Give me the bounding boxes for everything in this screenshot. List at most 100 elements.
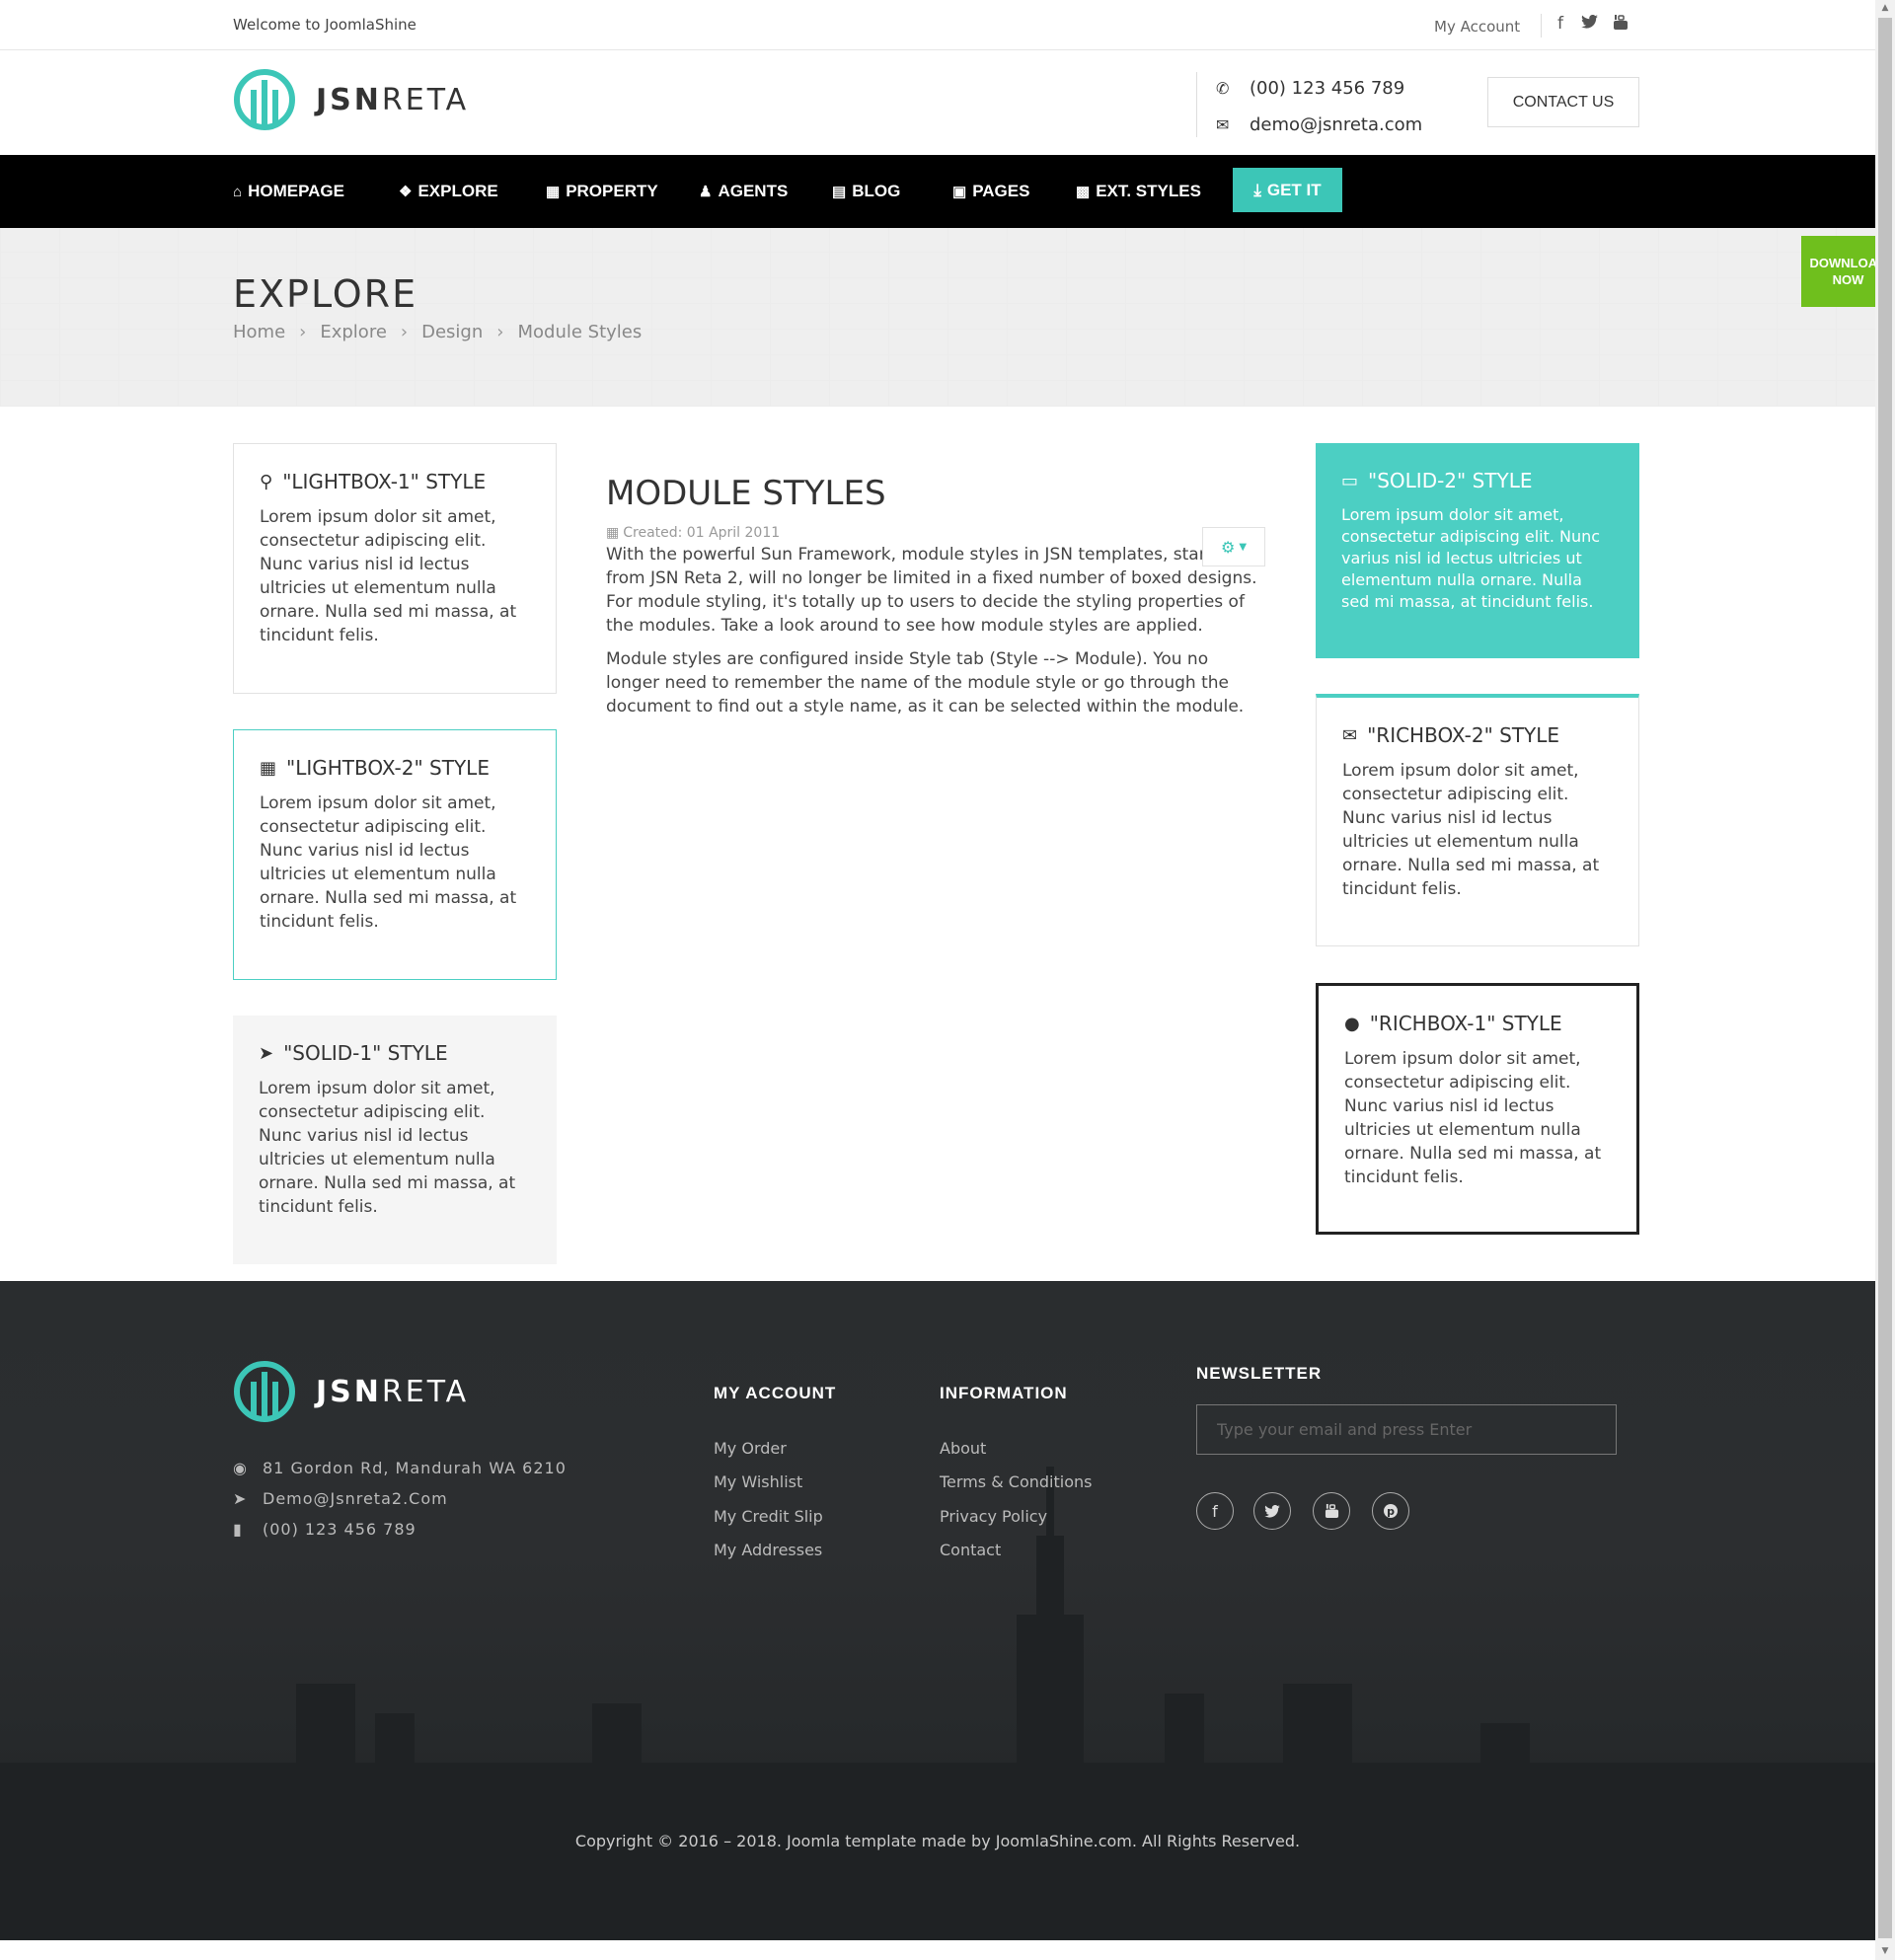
breadcrumb-home[interactable]: Home (233, 322, 285, 342)
twitter-icon[interactable] (1253, 1492, 1291, 1530)
header-phone: ✆ (00) 123 456 789 (1216, 78, 1404, 99)
nav-label: HOMEPAGE (248, 182, 344, 200)
contact-us-button[interactable]: CONTACT US (1487, 77, 1639, 127)
footer-link-contact[interactable]: Contact (940, 1541, 1001, 1559)
footer-link-privacy[interactable]: Privacy Policy (940, 1507, 1047, 1526)
page-title: EXPLORE (233, 272, 418, 316)
building-icon: ▦ (546, 184, 561, 200)
logo-mark-icon (234, 1361, 295, 1422)
nav-item-homepage[interactable]: ⌂ HOMEPAGE (233, 155, 344, 228)
email-text: demo@jsnreta.com (1250, 114, 1423, 135)
top-bar: Welcome to JoomlaShine My Account f (0, 0, 1875, 50)
module-title: ▭ "SOLID-2" STYLE (1341, 469, 1533, 492)
cubes-icon: ❖ (399, 184, 413, 200)
footer-link-my-order[interactable]: My Order (714, 1439, 787, 1458)
footer-link-my-wishlist[interactable]: My Wishlist (714, 1472, 802, 1491)
module-text: Lorem ipsum dolor sit amet, consectetur … (1344, 1049, 1602, 1187)
module-text: Lorem ipsum dolor sit amet, consectetur … (260, 507, 517, 645)
footer-phone: ▮ (00) 123 456 789 (233, 1520, 417, 1539)
breadcrumb-design[interactable]: Design (421, 322, 483, 342)
search-icon: ⚲ (260, 471, 273, 492)
nav-item-blog[interactable]: ▤ BLOG (832, 155, 900, 228)
module-text: Lorem ipsum dolor sit amet, consectetur … (260, 793, 517, 932)
main-nav: ⌂ HOMEPAGE ❖ EXPLORE ▦ PROPERTY ♟ AGENTS ▤ BL… (0, 155, 1875, 228)
nav-item-agents[interactable]: ♟ AGENTS (699, 155, 788, 228)
footer-logo[interactable]: JSNRETA (233, 1360, 469, 1423)
footer-link-terms[interactable]: Terms & Conditions (940, 1472, 1092, 1491)
header-email: ✉ demo@jsnreta.com (1216, 114, 1422, 135)
file-icon: ▣ (952, 184, 967, 200)
article-paragraph: With the powerful Sun Framework, module … (606, 545, 1257, 636)
site-footer: JSNRETA ◉ 81 Gordon Rd, Mandurah WA 6210 … (0, 1281, 1875, 1940)
logo-mark-icon (234, 69, 295, 130)
scroll-down-arrow-icon[interactable]: ▼ (1875, 1943, 1895, 1960)
my-account-heading: MY ACCOUNT (714, 1384, 837, 1402)
footer-address: ◉ 81 Gordon Rd, Mandurah WA 6210 (233, 1459, 567, 1477)
nav-item-property[interactable]: ▦ PROPERTY (546, 155, 658, 228)
article-tools-button[interactable]: ⚙ ▼ (1202, 527, 1265, 566)
page-scrollbar[interactable]: ▲ ▼ (1875, 0, 1895, 1960)
nav-label: PAGES (972, 182, 1030, 200)
solid-2-module: ▭ "SOLID-2" STYLE Lorem ipsum dolor sit a… (1316, 443, 1639, 658)
breadcrumb-current: Module Styles (517, 322, 643, 342)
map-marker-icon: ◉ (233, 1459, 248, 1477)
phone-icon: ✆ (1216, 79, 1230, 98)
envelope-icon: ✉ (1216, 115, 1230, 134)
module-title: ⚲ "LIGHTBOX-1" STYLE (260, 470, 487, 493)
nav-item-explore[interactable]: ❖ EXPLORE (399, 155, 498, 228)
facebook-icon[interactable]: f (1196, 1492, 1234, 1530)
nav-label: BLOG (852, 182, 901, 200)
nav-label: PROPERTY (566, 182, 658, 200)
my-account-link[interactable]: My Account (1434, 18, 1520, 36)
twitter-icon[interactable] (1579, 14, 1599, 36)
article-paragraph: Module styles are configured inside Styl… (606, 649, 1245, 716)
information-heading: INFORMATION (940, 1384, 1068, 1402)
site-logo[interactable]: JSNRETA (233, 68, 469, 131)
envelope-icon: ✉ (1342, 724, 1358, 746)
laptop-icon: ▭ (1341, 470, 1359, 491)
welcome-text: Welcome to JoomlaShine (233, 16, 417, 34)
youtube-icon[interactable] (1313, 1492, 1350, 1530)
footer-link-my-addresses[interactable]: My Addresses (714, 1541, 822, 1559)
nav-label: AGENTS (718, 182, 789, 200)
article: MODULE STYLES ▦ Created: 01 April 2011 W… (606, 474, 1265, 728)
lightbox-2-module: ▦ "LIGHTBOX-2" STYLE Lorem ipsum dolor si… (233, 729, 557, 980)
user-icon: ♟ (699, 184, 713, 200)
calendar-icon: ▦ (260, 757, 277, 779)
home-icon: ⌂ (233, 183, 243, 200)
youtube-icon[interactable] (1611, 14, 1630, 36)
download-tab-line2: NOW (1832, 272, 1864, 287)
scrollbar-thumb[interactable] (1878, 18, 1892, 1938)
nav-label: EXT. STYLES (1096, 182, 1201, 200)
module-title: ✉ "RICHBOX-2" STYLE (1342, 723, 1560, 747)
paper-plane-icon: ➤ (233, 1489, 248, 1508)
site-header: JSNRETA ✆ (00) 123 456 789 ✉ demo@jsnret… (0, 50, 1875, 155)
comment-icon: ● (1344, 1013, 1360, 1034)
footer-link-my-credit-slip[interactable]: My Credit Slip (714, 1507, 823, 1526)
qrcode-icon: ▩ (1076, 184, 1091, 200)
breadcrumb-explore[interactable]: Explore (320, 322, 387, 342)
download-icon: ⤓ (1253, 180, 1261, 199)
lightbox-1-module: ⚲ "LIGHTBOX-1" STYLE Lorem ipsum dolor si… (233, 443, 557, 694)
richbox-1-module: ● "RICHBOX-1" STYLE Lorem ipsum dolor sit… (1316, 983, 1639, 1235)
richbox-2-module: ✉ "RICHBOX-2" STYLE Lorem ipsum dolor sit… (1316, 694, 1639, 946)
pinterest-icon[interactable]: p (1372, 1492, 1409, 1530)
newsletter-email-input[interactable] (1196, 1404, 1617, 1455)
article-title: MODULE STYLES (606, 474, 886, 513)
nav-item-pages[interactable]: ▣ PAGES (952, 155, 1029, 228)
breadcrumb: Home › Explore › Design › Module Styles (233, 322, 642, 342)
phone-text: (00) 123 456 789 (1250, 78, 1405, 99)
get-it-label: GET IT (1266, 180, 1322, 199)
footer-link-about[interactable]: About (940, 1439, 986, 1458)
facebook-icon[interactable]: f (1551, 14, 1570, 36)
chevron-right-icon: › (496, 322, 504, 342)
created-date: Created: 01 April 2011 (623, 525, 781, 541)
logo-text: JSNRETA (316, 1374, 470, 1409)
footer-email: ➤ Demo@Jsnreta2.Com (233, 1489, 448, 1508)
svg-text:p: p (1387, 1505, 1395, 1518)
nav-item-ext-styles[interactable]: ▩ EXT. STYLES (1076, 155, 1201, 228)
get-it-button[interactable]: ⤓ GET IT (1233, 168, 1342, 212)
scroll-up-arrow-icon[interactable]: ▲ (1875, 0, 1895, 17)
page-heading: EXPLORE Home › Explore › Design › Module… (0, 228, 1875, 407)
chevron-right-icon: › (400, 322, 409, 342)
